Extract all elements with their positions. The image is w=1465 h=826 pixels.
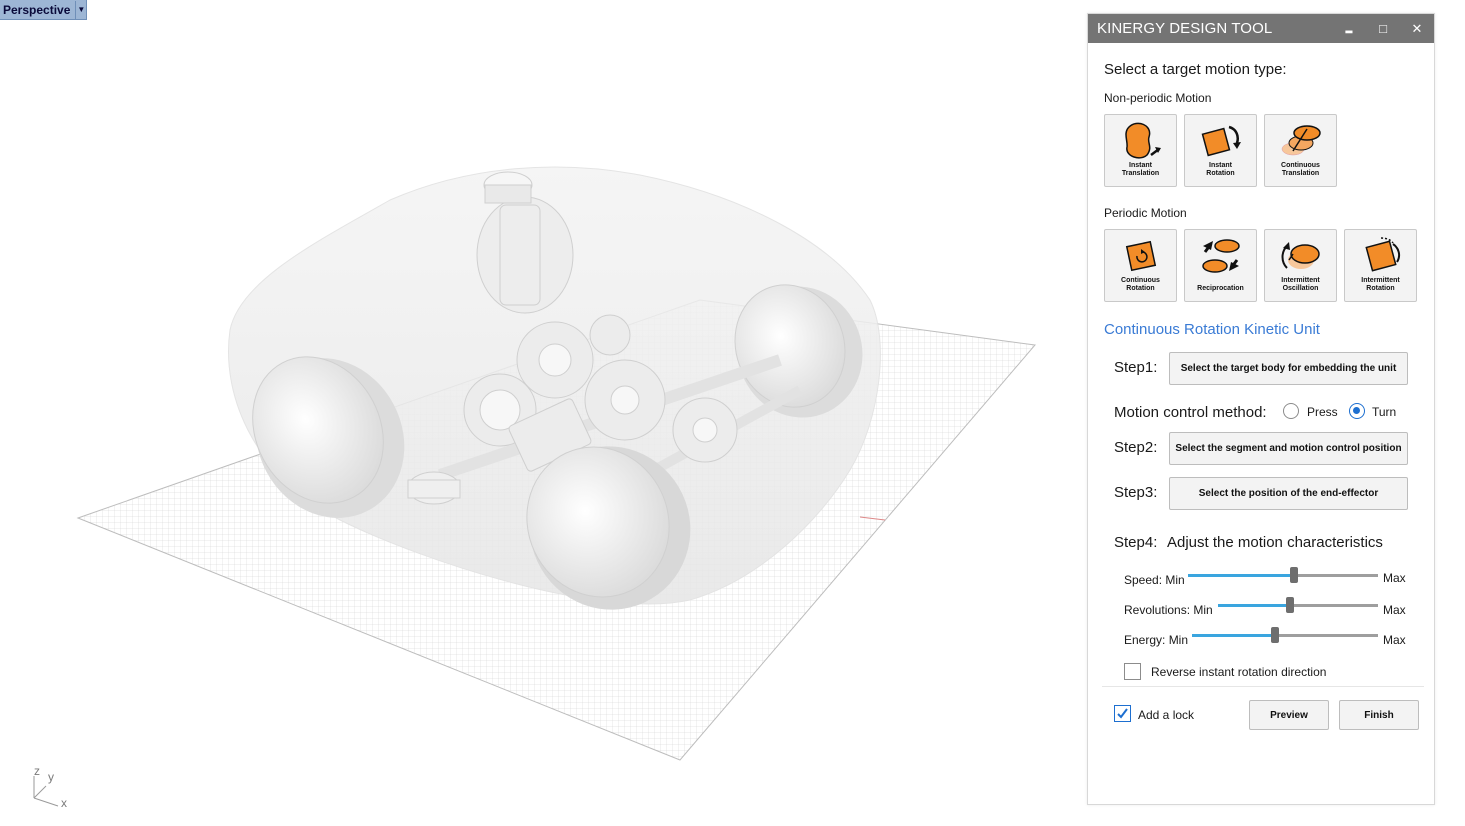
select-segment-button[interactable]: Select the segment and motion control po… — [1169, 432, 1408, 465]
instant-rotation-button[interactable]: Instant Rotation — [1184, 114, 1257, 187]
reciprocation-icon — [1202, 239, 1240, 273]
speed-slider[interactable] — [1188, 567, 1378, 583]
viewport-name[interactable]: Perspective — [0, 3, 75, 17]
intermittent-oscillation-line1: Intermittent — [1281, 277, 1320, 284]
continuous-translation-button[interactable]: Continuous Translation — [1264, 114, 1337, 187]
axis-x-label: x — [61, 796, 67, 810]
step1-label: Step1: — [1114, 359, 1158, 376]
instant-rotation-line2: Rotation — [1206, 170, 1235, 177]
viewport-tab[interactable]: Perspective ▼ — [0, 0, 88, 20]
energy-slider[interactable] — [1192, 627, 1378, 643]
checkmark-icon — [1117, 708, 1128, 719]
nonperiodic-label: Non-periodic Motion — [1104, 91, 1212, 105]
kinergy-panel: KINERGY DESIGN TOOL ▂ □ ✕ Select a targe… — [1087, 13, 1435, 805]
intermittent-rotation-line1: Intermittent — [1361, 277, 1400, 284]
instant-translation-button[interactable]: Instant Translation — [1104, 114, 1177, 187]
radio-press-label[interactable]: Press — [1307, 405, 1338, 419]
select-end-effector-button[interactable]: Select the position of the end-effector — [1169, 477, 1408, 510]
viewport-dropdown-icon[interactable]: ▼ — [75, 0, 86, 19]
speed-slider-max: Max — [1383, 571, 1406, 585]
select-target-body-button[interactable]: Select the target body for embedding the… — [1169, 352, 1408, 385]
finish-button[interactable]: Finish — [1339, 700, 1419, 730]
step4-text: Adjust the motion characteristics — [1167, 534, 1383, 551]
axis-indicator: z y x — [28, 762, 78, 812]
intermittent-rotation-icon — [1365, 237, 1401, 272]
instant-rotation-icon — [1201, 125, 1241, 157]
revolutions-slider-max: Max — [1383, 603, 1406, 617]
continuous-translation-line1: Continuous — [1281, 162, 1320, 169]
intermittent-rotation-line2: Rotation — [1366, 285, 1395, 292]
instant-translation-line2: Translation — [1121, 170, 1160, 177]
continuous-translation-icon — [1281, 125, 1321, 156]
maximize-icon[interactable]: □ — [1366, 21, 1400, 36]
intermittent-oscillation-line2: Oscillation — [1282, 285, 1319, 292]
reciprocation-line2: Reciprocation — [1197, 285, 1244, 292]
radio-turn-label[interactable]: Turn — [1372, 405, 1396, 419]
revolutions-slider-label: Revolutions: Min — [1124, 603, 1213, 617]
step2-label: Step2: — [1114, 439, 1158, 456]
instant-translation-icon — [1125, 122, 1161, 159]
continuous-rotation-button[interactable]: Continuous Rotation — [1104, 229, 1177, 302]
radio-turn[interactable] — [1349, 403, 1365, 419]
reverse-direction-checkbox[interactable] — [1124, 663, 1141, 680]
unit-title: Continuous Rotation Kinetic Unit — [1104, 321, 1320, 338]
speed-slider-thumb[interactable] — [1290, 567, 1298, 583]
panel-titlebar[interactable]: KINERGY DESIGN TOOL ▂ □ ✕ — [1088, 14, 1434, 43]
speed-slider-label: Speed: Min — [1124, 573, 1185, 587]
intermittent-oscillation-button[interactable]: Intermittent Oscillation — [1264, 229, 1337, 302]
step4-label: Step4: — [1114, 534, 1158, 551]
intermittent-oscillation-icon — [1281, 242, 1320, 269]
preview-button[interactable]: Preview — [1249, 700, 1329, 730]
continuous-rotation-icon — [1125, 240, 1157, 272]
intermittent-rotation-button[interactable]: Intermittent Rotation — [1344, 229, 1417, 302]
close-icon[interactable]: ✕ — [1400, 21, 1434, 37]
panel-title: KINERGY DESIGN TOOL — [1097, 20, 1273, 37]
instant-translation-line1: Instant — [1129, 162, 1152, 169]
reverse-direction-label[interactable]: Reverse instant rotation direction — [1151, 665, 1326, 679]
select-motion-heading: Select a target motion type: — [1104, 61, 1287, 78]
axis-z-label: z — [34, 764, 40, 778]
reciprocation-button[interactable]: Reciprocation — [1184, 229, 1257, 302]
periodic-label: Periodic Motion — [1104, 206, 1187, 220]
continuous-rotation-line1: Continuous — [1121, 277, 1160, 284]
step3-label: Step3: — [1114, 484, 1158, 501]
radio-press[interactable] — [1283, 403, 1299, 419]
energy-slider-max: Max — [1383, 633, 1406, 647]
minimize-icon[interactable]: ▂ — [1332, 23, 1366, 34]
energy-slider-label: Energy: Min — [1124, 633, 1189, 647]
energy-slider-thumb[interactable] — [1271, 627, 1279, 643]
revolutions-slider-thumb[interactable] — [1286, 597, 1294, 613]
car-3d-model[interactable] — [0, 0, 1080, 826]
add-lock-label[interactable]: Add a lock — [1138, 708, 1194, 722]
revolutions-slider[interactable] — [1218, 597, 1378, 613]
axis-y-label: y — [48, 770, 54, 784]
add-lock-checkbox[interactable] — [1114, 705, 1131, 722]
panel-divider — [1102, 686, 1424, 687]
continuous-rotation-line2: Rotation — [1126, 285, 1155, 292]
motion-control-label: Motion control method: — [1114, 404, 1267, 421]
continuous-translation-line2: Translation — [1281, 170, 1320, 177]
instant-rotation-line1: Instant — [1209, 162, 1232, 169]
